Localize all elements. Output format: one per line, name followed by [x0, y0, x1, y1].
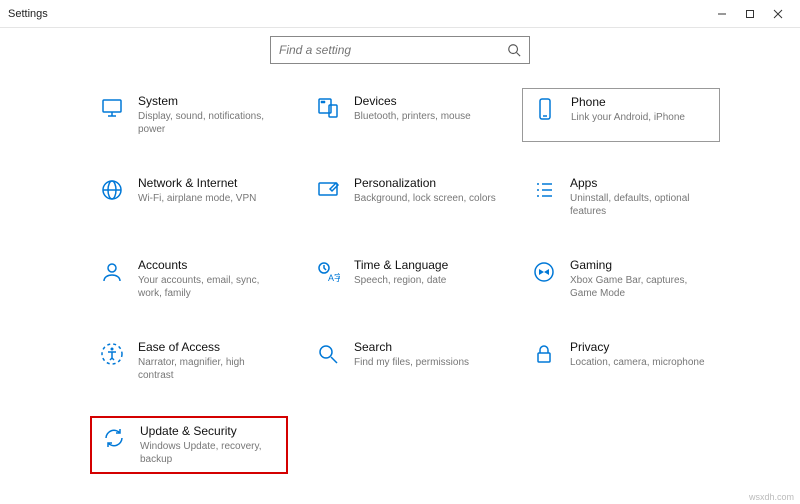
- window-controls: [708, 0, 792, 28]
- search-box[interactable]: [270, 36, 530, 64]
- tile-title: Update & Security: [140, 424, 278, 439]
- update-security-icon: [100, 424, 128, 452]
- globe-icon: [98, 176, 126, 204]
- tile-search[interactable]: Search Find my files, permissions: [306, 334, 504, 388]
- tile-phone[interactable]: Phone Link your Android, iPhone: [522, 88, 720, 142]
- tile-network[interactable]: Network & Internet Wi-Fi, airplane mode,…: [90, 170, 288, 224]
- devices-icon: [314, 94, 342, 122]
- tile-apps[interactable]: Apps Uninstall, defaults, optional featu…: [522, 170, 720, 224]
- tile-personalization[interactable]: Personalization Background, lock screen,…: [306, 170, 504, 224]
- tile-privacy[interactable]: Privacy Location, camera, microphone: [522, 334, 720, 388]
- accounts-icon: [98, 258, 126, 286]
- tile-desc: Link your Android, iPhone: [571, 112, 685, 125]
- svg-text:A字: A字: [328, 272, 340, 283]
- tile-desc: Wi-Fi, airplane mode, VPN: [138, 193, 256, 206]
- apps-icon: [530, 176, 558, 204]
- tile-desc: Windows Update, recovery, backup: [140, 441, 278, 466]
- tile-ease-of-access[interactable]: Ease of Access Narrator, magnifier, high…: [90, 334, 288, 388]
- system-icon: [98, 94, 126, 122]
- tile-desc: Background, lock screen, colors: [354, 193, 496, 206]
- personalization-icon: [314, 176, 342, 204]
- tile-title: Personalization: [354, 176, 496, 191]
- settings-grid: System Display, sound, notifications, po…: [0, 64, 800, 474]
- window-title: Settings: [8, 8, 48, 20]
- search-icon: [507, 43, 521, 57]
- tile-desc: Your accounts, email, sync, work, family: [138, 275, 280, 300]
- tile-desc: Bluetooth, printers, mouse: [354, 111, 471, 124]
- tile-title: Phone: [571, 95, 685, 110]
- minimize-button[interactable]: [708, 0, 736, 28]
- tile-title: Gaming: [570, 258, 712, 273]
- tile-title: Time & Language: [354, 258, 448, 273]
- tile-desc: Find my files, permissions: [354, 357, 469, 370]
- gaming-icon: [530, 258, 558, 286]
- watermark: wsxdh.com: [749, 492, 794, 502]
- titlebar: Settings: [0, 0, 800, 28]
- tile-system[interactable]: System Display, sound, notifications, po…: [90, 88, 288, 142]
- tile-update-security[interactable]: Update & Security Windows Update, recove…: [90, 416, 288, 474]
- tile-title: Privacy: [570, 340, 705, 355]
- tile-title: Accounts: [138, 258, 280, 273]
- tile-desc: Speech, region, date: [354, 275, 448, 288]
- tile-devices[interactable]: Devices Bluetooth, printers, mouse: [306, 88, 504, 142]
- tile-accounts[interactable]: Accounts Your accounts, email, sync, wor…: [90, 252, 288, 306]
- tile-desc: Uninstall, defaults, optional features: [570, 193, 712, 218]
- tile-title: Ease of Access: [138, 340, 280, 355]
- tile-title: Devices: [354, 94, 471, 109]
- tile-time-language[interactable]: A字 Time & Language Speech, region, date: [306, 252, 504, 306]
- tile-desc: Location, camera, microphone: [570, 357, 705, 370]
- privacy-icon: [530, 340, 558, 368]
- search-wrap: [0, 36, 800, 64]
- tile-gaming[interactable]: Gaming Xbox Game Bar, captures, Game Mod…: [522, 252, 720, 306]
- phone-icon: [531, 95, 559, 123]
- tile-desc: Narrator, magnifier, high contrast: [138, 357, 280, 382]
- maximize-button[interactable]: [736, 0, 764, 28]
- search-input[interactable]: [279, 43, 507, 57]
- time-language-icon: A字: [314, 258, 342, 286]
- ease-of-access-icon: [98, 340, 126, 368]
- tile-title: System: [138, 94, 280, 109]
- tile-title: Network & Internet: [138, 176, 256, 191]
- close-button[interactable]: [764, 0, 792, 28]
- tile-desc: Display, sound, notifications, power: [138, 111, 280, 136]
- tile-title: Search: [354, 340, 469, 355]
- tile-desc: Xbox Game Bar, captures, Game Mode: [570, 275, 712, 300]
- tile-title: Apps: [570, 176, 712, 191]
- search-category-icon: [314, 340, 342, 368]
